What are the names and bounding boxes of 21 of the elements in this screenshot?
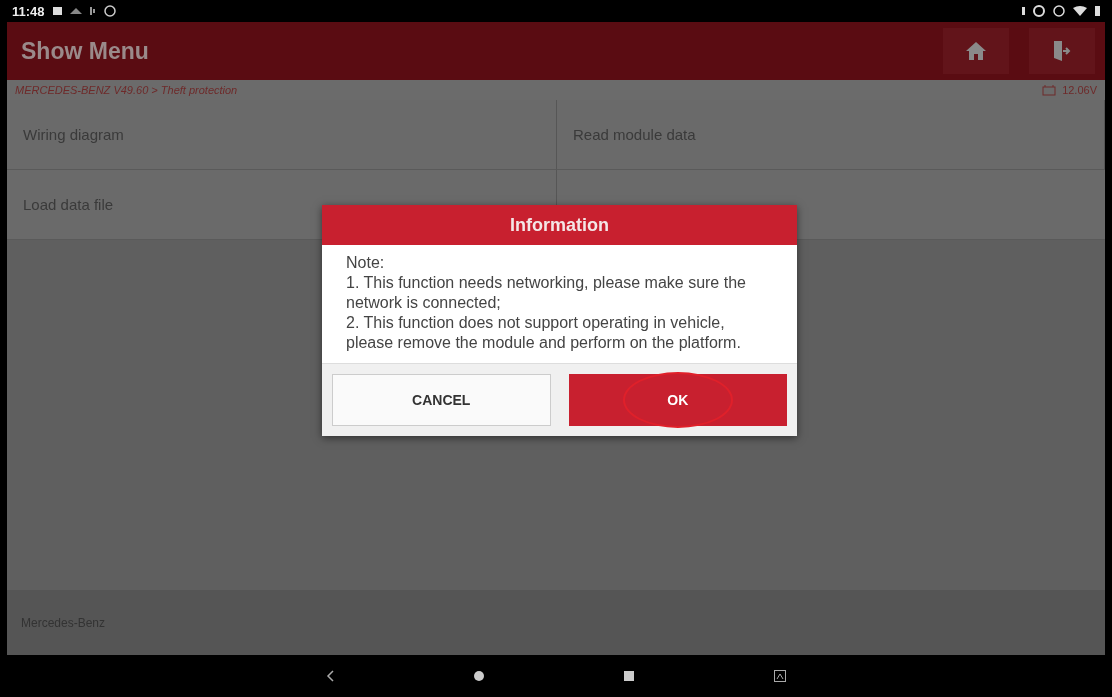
dialog-message: 2. This function does not support operating in vehicle, please remove the module and perform on the platform. bbox=[346, 313, 742, 353]
home-circle-icon[interactable] bbox=[474, 671, 484, 681]
screenshot-icon[interactable] bbox=[774, 670, 786, 682]
battery-icon bbox=[1042, 84, 1057, 96]
ok-button[interactable]: OK bbox=[568, 374, 787, 426]
battery-icon bbox=[1095, 6, 1100, 16]
page-title: Show Menu bbox=[21, 37, 149, 65]
home-icon bbox=[966, 42, 986, 60]
dialog-title: Information bbox=[322, 205, 797, 245]
clock-time: 11:48 bbox=[12, 3, 45, 19]
voltage-reading: 12.06V bbox=[1062, 84, 1097, 96]
breadcrumb-path: MERCEDES-BENZ V49.60 > Theft protection bbox=[15, 84, 238, 96]
home-button[interactable] bbox=[943, 28, 1009, 74]
cancel-button[interactable]: CANCEL bbox=[332, 374, 551, 426]
exit-button[interactable] bbox=[1029, 28, 1095, 74]
image-icon bbox=[52, 7, 62, 15]
dialog-message: Note: bbox=[346, 253, 386, 273]
back-icon[interactable] bbox=[326, 670, 334, 682]
exit-icon bbox=[1052, 41, 1072, 61]
circle-icon bbox=[103, 5, 116, 17]
dialog-message: 1. This function needs networking, please make sure the network is connected; bbox=[346, 273, 747, 313]
